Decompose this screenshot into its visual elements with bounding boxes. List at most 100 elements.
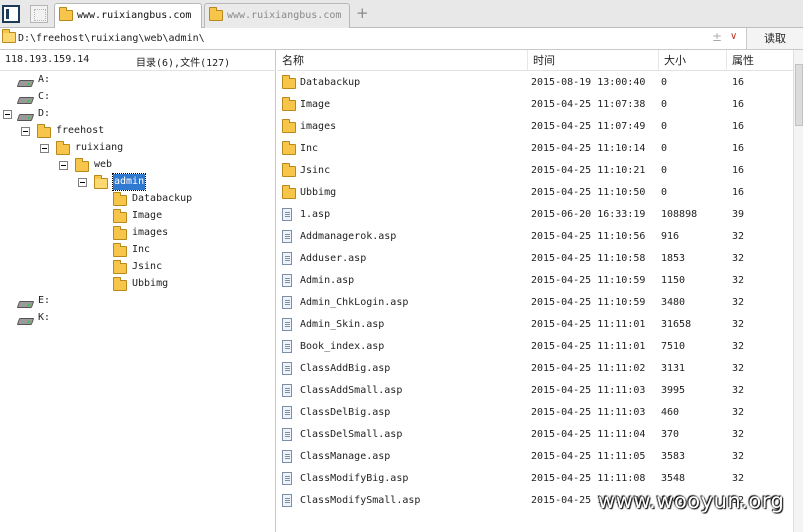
cell-attr: 32 xyxy=(732,341,745,352)
plus-minus-icon[interactable]: ± xyxy=(712,30,722,44)
table-row[interactable]: Adduser.asp 2015-04-25 11:10:58 1853 32 xyxy=(277,248,793,270)
cell-name: ClassAddSmall.asp xyxy=(300,385,403,396)
cell-size: 0 xyxy=(661,143,668,154)
tree-node-label: ruixiang xyxy=(75,142,124,153)
cell-size: 31658 xyxy=(661,319,692,330)
cell-attr: 32 xyxy=(732,473,745,484)
cell-size: 916 xyxy=(661,231,680,242)
table-row[interactable]: Admin.asp 2015-04-25 11:10:59 1150 32 xyxy=(277,270,793,292)
cell-attr: 32 xyxy=(732,385,745,396)
cell-size: 0 xyxy=(661,165,668,176)
table-row[interactable]: ClassModifyBig.asp 2015-04-25 11:11:08 354… xyxy=(277,468,793,490)
read-button[interactable]: 读取 xyxy=(746,28,803,49)
table-row[interactable]: Book_index.asp 2015-04-25 11:11:01 7510 32 xyxy=(277,336,793,358)
file-icon xyxy=(282,428,292,441)
table-row[interactable]: 1.asp 2015-06-20 16:33:19 108898 39 xyxy=(277,204,793,226)
cell-time: 2015-04-25 11:10:58 xyxy=(531,253,646,264)
cell-name: Adduser.asp xyxy=(300,253,367,264)
column-time[interactable]: 时间 xyxy=(528,50,659,71)
window-icon[interactable] xyxy=(30,5,48,23)
tab-label: www.ruixiangbus.com xyxy=(77,10,192,21)
tree-node-label: freehost xyxy=(56,125,105,136)
cell-size: 3131 xyxy=(661,363,686,374)
table-row[interactable]: ClassAddSmall.asp 2015-04-25 11:11:03 3995… xyxy=(277,380,793,402)
cell-name: Databackup xyxy=(300,77,361,88)
tab-bar: www.ruixiangbus.com www.ruixiangbus.com … xyxy=(0,0,803,29)
cell-name: images xyxy=(300,121,337,132)
cell-size: 7510 xyxy=(661,341,686,352)
new-tab-button[interactable]: + xyxy=(356,4,369,22)
file-icon xyxy=(282,252,292,265)
cell-time: 2015-04-25 11:10:21 xyxy=(531,165,646,176)
file-icon xyxy=(282,494,292,507)
column-size[interactable]: 大小 xyxy=(659,50,727,71)
file-icon xyxy=(282,450,292,463)
cell-name: Image xyxy=(300,99,331,110)
panel-toggle-icon[interactable] xyxy=(2,5,20,23)
cell-attr: 16 xyxy=(732,77,745,88)
tree-node-label: Inc xyxy=(132,244,151,255)
cell-time: 2015-04-25 11:07:38 xyxy=(531,99,646,110)
collapse-toggle-icon[interactable] xyxy=(40,144,49,153)
tab-inactive[interactable]: www.ruixiangbus.com xyxy=(204,3,350,28)
cell-time: 2015-06-20 16:33:19 xyxy=(531,209,646,220)
collapse-toggle-icon[interactable] xyxy=(59,161,68,170)
tree-node-label: web xyxy=(94,159,113,170)
table-row[interactable]: Addmanagerok.asp 2015-04-25 11:10:56 916 32 xyxy=(277,226,793,248)
cell-size: 370 xyxy=(661,429,680,440)
table-row[interactable]: ClassDelSmall.asp 2015-04-25 11:11:04 370 3… xyxy=(277,424,793,446)
collapse-toggle-icon[interactable] xyxy=(3,110,12,119)
cell-name: ClassManage.asp xyxy=(300,451,391,462)
column-attr[interactable]: 属性 xyxy=(727,50,793,71)
table-row[interactable]: images 2015-04-25 11:07:49 0 16 xyxy=(277,116,793,138)
tree-node-label: A: xyxy=(38,74,51,85)
file-icon xyxy=(282,296,292,309)
table-row[interactable]: ClassDelBig.asp 2015-04-25 11:11:03 460 32 xyxy=(277,402,793,424)
cell-attr: 32 xyxy=(732,275,745,286)
cell-name: ClassDelSmall.asp xyxy=(300,429,403,440)
table-row[interactable]: Ubbimg 2015-04-25 11:10:50 0 16 xyxy=(277,182,793,204)
cell-time: 2015-04-25 11:11:08 xyxy=(531,473,646,484)
drive-icon xyxy=(16,298,35,314)
cell-time: 2015-04-25 11:10:59 xyxy=(531,297,646,308)
cell-time: 2015-04-25 11:10:50 xyxy=(531,187,646,198)
folder-icon xyxy=(2,29,16,44)
tree-node-label: K: xyxy=(38,312,51,323)
cell-size: 1853 xyxy=(661,253,686,264)
table-row[interactable]: Admin_ChkLogin.asp 2015-04-25 11:10:59 348… xyxy=(277,292,793,314)
scrollbar-thumb[interactable] xyxy=(795,64,803,126)
cell-attr: 32 xyxy=(732,297,745,308)
item-counts: 目录(6),文件(127) xyxy=(136,58,231,69)
cell-attr: 39 xyxy=(732,209,745,220)
cell-attr: 32 xyxy=(732,253,745,264)
file-list-header: 名称 时间 大小 属性 xyxy=(277,50,793,71)
cell-time: 2015-04-25 11:07:49 xyxy=(531,121,646,132)
server-ip: 118.193.159.14 xyxy=(5,54,90,65)
folder-icon xyxy=(282,97,296,111)
collapse-toggle-icon[interactable] xyxy=(78,178,87,187)
table-row[interactable]: Databackup 2015-08-19 13:00:40 0 16 xyxy=(277,72,793,94)
folder-icon xyxy=(56,141,70,161)
tree-node-label: Jsinc xyxy=(132,261,163,272)
table-row[interactable]: Jsinc 2015-04-25 11:10:21 0 16 xyxy=(277,160,793,182)
tab-active[interactable]: www.ruixiangbus.com xyxy=(54,3,202,29)
folder-icon xyxy=(37,124,51,144)
cell-time: 2015-04-25 11:11:01 xyxy=(531,319,646,330)
column-name[interactable]: 名称 xyxy=(277,50,528,71)
path-input[interactable] xyxy=(18,30,744,47)
cell-time: 2015-04-25 11:11:04 xyxy=(531,429,646,440)
cell-size: 0 xyxy=(661,99,668,110)
cell-time: 2015-04-25 11:10:56 xyxy=(531,231,646,242)
file-icon xyxy=(282,208,292,221)
path-bar: ± ∨ 读取 xyxy=(0,28,803,50)
tree-header: 118.193.159.14 目录(6),文件(127) xyxy=(0,50,276,71)
cell-size: 3995 xyxy=(661,385,686,396)
vertical-scrollbar[interactable] xyxy=(793,50,803,532)
table-row[interactable]: ClassManage.asp 2015-04-25 11:11:05 3583 32 xyxy=(277,446,793,468)
chevron-down-icon[interactable]: ∨ xyxy=(730,31,737,42)
table-row[interactable]: ClassAddBig.asp 2015-04-25 11:11:02 3131 32 xyxy=(277,358,793,380)
collapse-toggle-icon[interactable] xyxy=(21,127,30,136)
table-row[interactable]: Image 2015-04-25 11:07:38 0 16 xyxy=(277,94,793,116)
table-row[interactable]: Admin_Skin.asp 2015-04-25 11:11:01 31658 32 xyxy=(277,314,793,336)
table-row[interactable]: Inc 2015-04-25 11:10:14 0 16 xyxy=(277,138,793,160)
